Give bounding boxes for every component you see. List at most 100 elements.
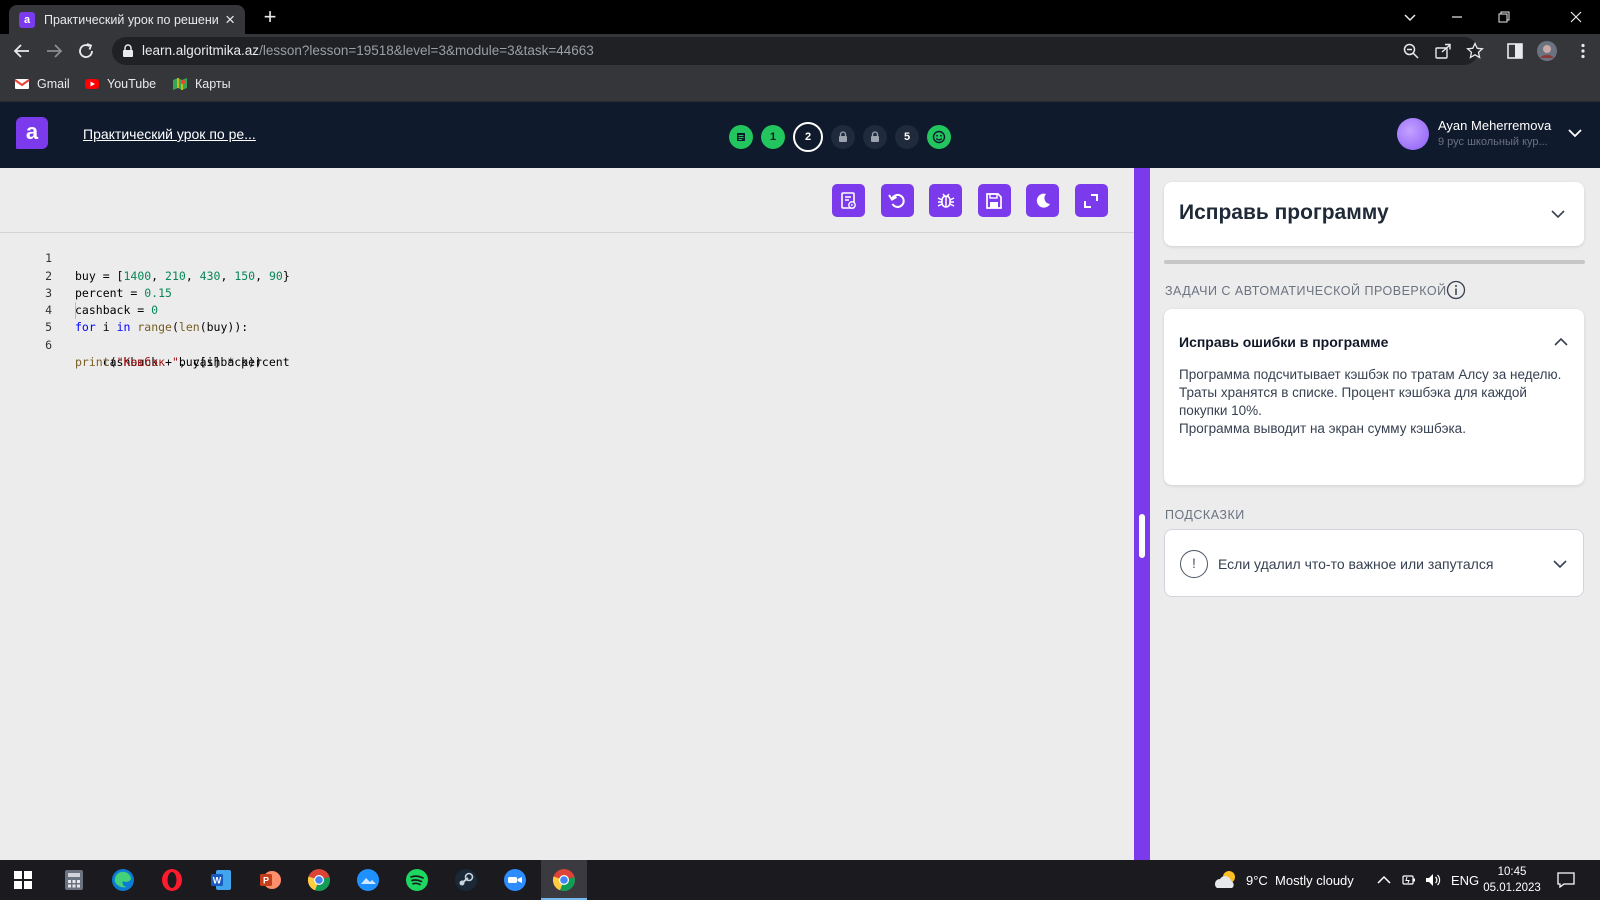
chrome-active-icon[interactable] [541,860,587,900]
code-text: percent = 0.15 [75,285,172,300]
auto-check-label: ЗАДАЧИ С АВТОМАТИЧЕСКОЙ ПРОВЕРКОЙ [1165,284,1447,298]
splitter-drag-handle[interactable] [1139,514,1145,558]
tab-favicon-icon: a [19,11,35,28]
step-locked [863,125,887,149]
browser-tab-active[interactable]: a Практический урок по решению × [9,5,245,34]
steam-icon[interactable] [443,860,489,900]
hint-card[interactable]: ! Если удалил что-то важное или запуталс… [1164,529,1584,597]
address-bar[interactable]: learn.algoritmika.az/lesson?lesson=19518… [112,37,1484,65]
share-icon[interactable] [1434,42,1452,60]
notifications-icon[interactable] [1556,860,1576,900]
task-panel: Исправь программу ЗАДАЧИ С АВТОМАТИЧЕСКО… [1150,168,1600,860]
task-title: Исправь программу [1179,201,1389,224]
panel-splitter[interactable] [1134,168,1150,860]
clock-date: 05.01.2023 [1483,882,1541,894]
url-host: learn.algoritmika.az [142,43,260,58]
bookmark-maps[interactable]: Карты [172,76,231,92]
description-line: Траты хранятся в списке. Процент кэшбэка… [1179,385,1527,418]
browser-toolbar: learn.algoritmika.az/lesson?lesson=19518… [0,34,1600,68]
task-header-card[interactable]: Исправь программу [1164,182,1584,246]
reset-icon [888,193,905,208]
algoritmika-logo[interactable]: a [16,117,48,149]
run-checks-button[interactable] [832,184,865,217]
chrome-icon[interactable] [296,860,342,900]
progress-divider [1164,260,1585,264]
tray-chevron-up-icon[interactable] [1377,860,1391,900]
windows-start-icon[interactable] [0,860,46,900]
step-finish[interactable] [927,125,951,149]
bookmark-star-icon[interactable] [1466,42,1484,60]
chevron-up-icon[interactable] [1554,337,1568,347]
chevron-down-icon[interactable] [1551,209,1565,219]
reload-icon[interactable] [74,39,98,63]
debug-icon [937,193,954,208]
step-1[interactable]: 1 [761,125,785,149]
cloudy-weather-icon [1215,871,1235,888]
info-icon[interactable] [1446,280,1466,300]
save-button[interactable] [977,184,1011,217]
chevron-down-icon[interactable] [1553,559,1567,569]
line-number: 6 [45,337,52,352]
system-clock[interactable]: 10:45 05.01.2023 [1482,864,1542,896]
user-menu-chevron-down-icon[interactable] [1568,128,1582,138]
photos-icon[interactable] [345,860,391,900]
powerpoint-icon[interactable]: P [247,860,293,900]
close-window-icon[interactable] [1564,6,1588,28]
tab-search-chevron-icon[interactable] [1398,6,1422,28]
hint-text: Если удалил что-то важное или запутался [1218,556,1494,572]
weather-widget[interactable]: 9°C Mostly cloudy [1212,860,1354,900]
zoom-icon[interactable] [1402,42,1420,60]
bookmark-label: Карты [195,77,231,91]
input-language[interactable]: ENG [1451,860,1479,900]
forward-arrow-icon[interactable] [42,39,66,63]
svg-text:W: W [213,876,222,886]
fullscreen-button[interactable] [1074,184,1108,217]
new-tab-icon[interactable]: + [258,6,282,28]
doc-icon [737,133,745,141]
lesson-title-link[interactable]: Практический урок по ре... [83,126,256,142]
edge-icon[interactable] [100,860,146,900]
windows-taskbar: W P 9°C Mostly cloudy ENG 10:45 05.01.20… [0,860,1600,900]
reset-code-button[interactable] [880,184,914,217]
restore-icon[interactable] [1492,6,1516,28]
volume-icon[interactable] [1424,860,1442,900]
word-icon[interactable]: W [198,860,244,900]
code-text: print("Кешбэк ", cashback)) [75,355,262,370]
lock-icon[interactable] [122,44,134,58]
back-arrow-icon[interactable] [10,39,34,63]
code-editor[interactable]: 1 buy = [1400, 210, 430, 150, 90} 2 perc… [0,168,1134,860]
theme-toggle-button[interactable] [1026,184,1059,217]
browser-menu-icon[interactable] [1574,42,1592,60]
step-locked [831,125,855,149]
step-theory[interactable] [729,125,753,149]
calculator-icon[interactable] [51,860,97,900]
profile-avatar-icon[interactable] [1537,41,1557,61]
user-course: 9 рус школьный кур... [1438,136,1548,148]
side-panel-icon[interactable] [1506,42,1524,60]
code-line: 1 buy = [1400, 210, 430, 150, 90} [0,233,290,282]
bookmarks-bar: Gmail YouTube Карты [0,68,1600,102]
youtube-icon [85,79,99,89]
editor-divider [0,232,1134,233]
description-line: Программа подсчитывает кэшбэк по тратам … [1179,367,1562,382]
hints-label: ПОДСКАЗКИ [1165,508,1245,522]
indent-guide [75,302,76,320]
editor-toolbar [832,184,1123,217]
avatar [1397,118,1429,150]
code-area[interactable]: 1 buy = [1400, 210, 430, 150, 90} 2 perc… [0,233,290,369]
code-line: 5 cashback + buy[i] * percent [0,302,290,369]
code-text: cashback = 0 [75,303,159,318]
battery-icon[interactable] [1401,860,1417,900]
bookmark-youtube[interactable]: YouTube [84,76,156,92]
spotify-icon[interactable] [394,860,440,900]
fix-errors-description: Программа подсчитывает кэшбэк по тратам … [1179,366,1574,438]
opera-icon[interactable] [149,860,195,900]
bookmark-gmail[interactable]: Gmail [14,76,70,92]
tab-close-icon[interactable]: × [225,11,235,28]
code-text: for i in range(len(buy)): [75,320,249,335]
step-5[interactable]: 5 [895,125,919,149]
step-2-current[interactable]: 2 [793,122,823,152]
minimize-icon[interactable] [1445,6,1469,28]
debug-button[interactable] [929,184,962,217]
zoom-app-icon[interactable] [492,860,538,900]
